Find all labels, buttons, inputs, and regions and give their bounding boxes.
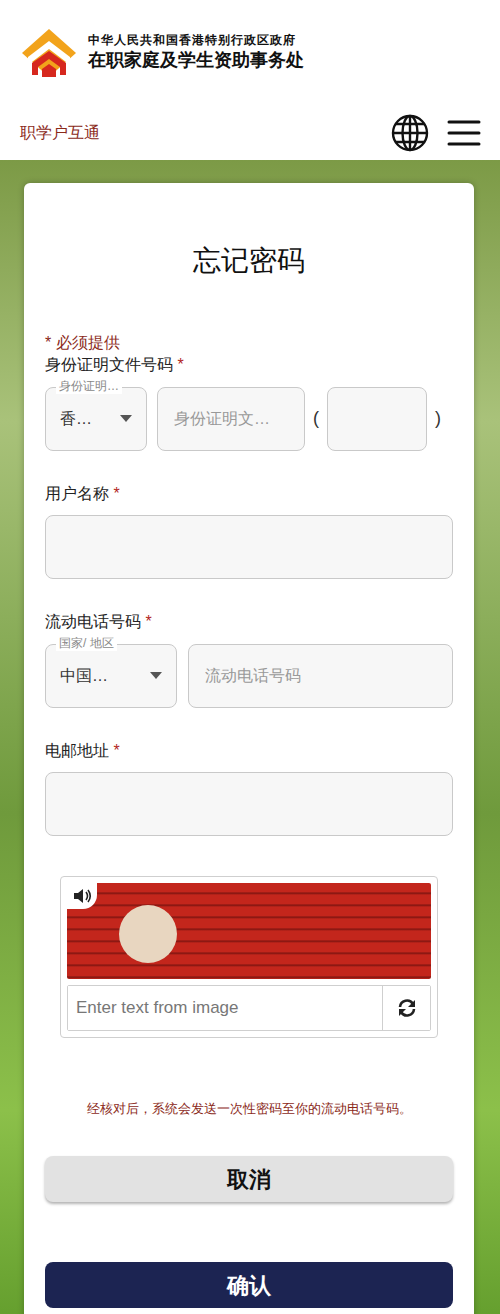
site-header: 中华人民共和国香港特别行政区政府在职家庭及学生资助事务处 (0, 0, 500, 105)
page-title: 忘记密码 (45, 243, 453, 278)
form-card: 忘记密码 * 必须提供身份证明文件号码 * 身份证明…香… () 用户名称 * 流动电话号… (24, 183, 474, 1314)
id-number-field[interactable] (157, 387, 305, 451)
username-group: 用户名称 * (45, 483, 453, 579)
email-input[interactable] (60, 791, 438, 817)
globe-icon[interactable] (390, 113, 430, 153)
captcha-image (67, 883, 431, 979)
id-number-input[interactable] (172, 406, 290, 432)
speaker-icon[interactable] (72, 887, 92, 905)
region-select[interactable]: 国家/ 地区中国… (45, 644, 177, 708)
refresh-icon (396, 997, 418, 1019)
close-paren: ) (427, 405, 449, 432)
username-field[interactable] (45, 515, 453, 579)
email-group: 电邮地址 * (45, 740, 453, 836)
username-input[interactable] (60, 534, 438, 560)
mobile-number-input[interactable] (203, 663, 438, 689)
email-label: 电邮地址 * (45, 740, 453, 762)
top-nav: 职学户互通 (0, 105, 500, 160)
required-star: * (177, 356, 183, 373)
required-star: * (113, 485, 119, 502)
nav-icons (390, 113, 482, 153)
mobile-group: 流动电话号码 * 国家/ 地区中国… (45, 611, 453, 707)
captcha-blob (119, 905, 177, 963)
org-name: 中华人民共和国香港特别行政区政府在职家庭及学生资助事务处 (88, 33, 304, 72)
required-note: * 必须提供 (45, 332, 453, 354)
id-label: 身份证明文件号码 * (45, 354, 453, 376)
brand-link[interactable]: 职学户互通 (20, 121, 100, 145)
cancel-button[interactable]: 取消 (45, 1156, 453, 1202)
region-legend: 国家/ 地区 (56, 636, 117, 652)
dropdown-caret-icon (150, 672, 162, 679)
refresh-button[interactable] (382, 986, 430, 1030)
mobile-row: 国家/ 地区中国… (45, 644, 453, 708)
confirm-button[interactable]: 确认 (45, 1262, 453, 1308)
menu-icon[interactable] (446, 118, 482, 148)
required-star: * (145, 613, 151, 630)
captcha-input-row (67, 985, 431, 1031)
id-type-legend: 身份证明… (56, 379, 122, 395)
otp-notice: 经核对后，系统会发送一次性密码至你的流动电话号码。 (45, 1100, 453, 1118)
id-type-select[interactable]: 身份证明…香… (45, 387, 147, 451)
id-row: 身份证明…香… () (45, 387, 453, 451)
id-group: 身份证明文件号码 * 身份证明…香… () (45, 354, 453, 450)
captcha-widget (60, 876, 438, 1038)
required-star: * (113, 742, 119, 759)
dropdown-caret-icon (120, 415, 132, 422)
mobile-label: 流动电话号码 * (45, 611, 453, 633)
background-photo: 忘记密码 * 必须提供身份证明文件号码 * 身份证明…香… () 用户名称 * 流动电话号… (0, 160, 500, 1314)
open-paren: ( (305, 405, 327, 432)
captcha-input[interactable] (68, 986, 382, 1030)
mobile-number-field[interactable] (188, 644, 453, 708)
check-digit-field[interactable] (327, 387, 427, 451)
email-field[interactable] (45, 772, 453, 836)
logo-icon (20, 27, 78, 79)
check-digit-input[interactable] (342, 406, 412, 432)
audio-button[interactable] (67, 883, 97, 909)
username-label: 用户名称 * (45, 483, 453, 505)
